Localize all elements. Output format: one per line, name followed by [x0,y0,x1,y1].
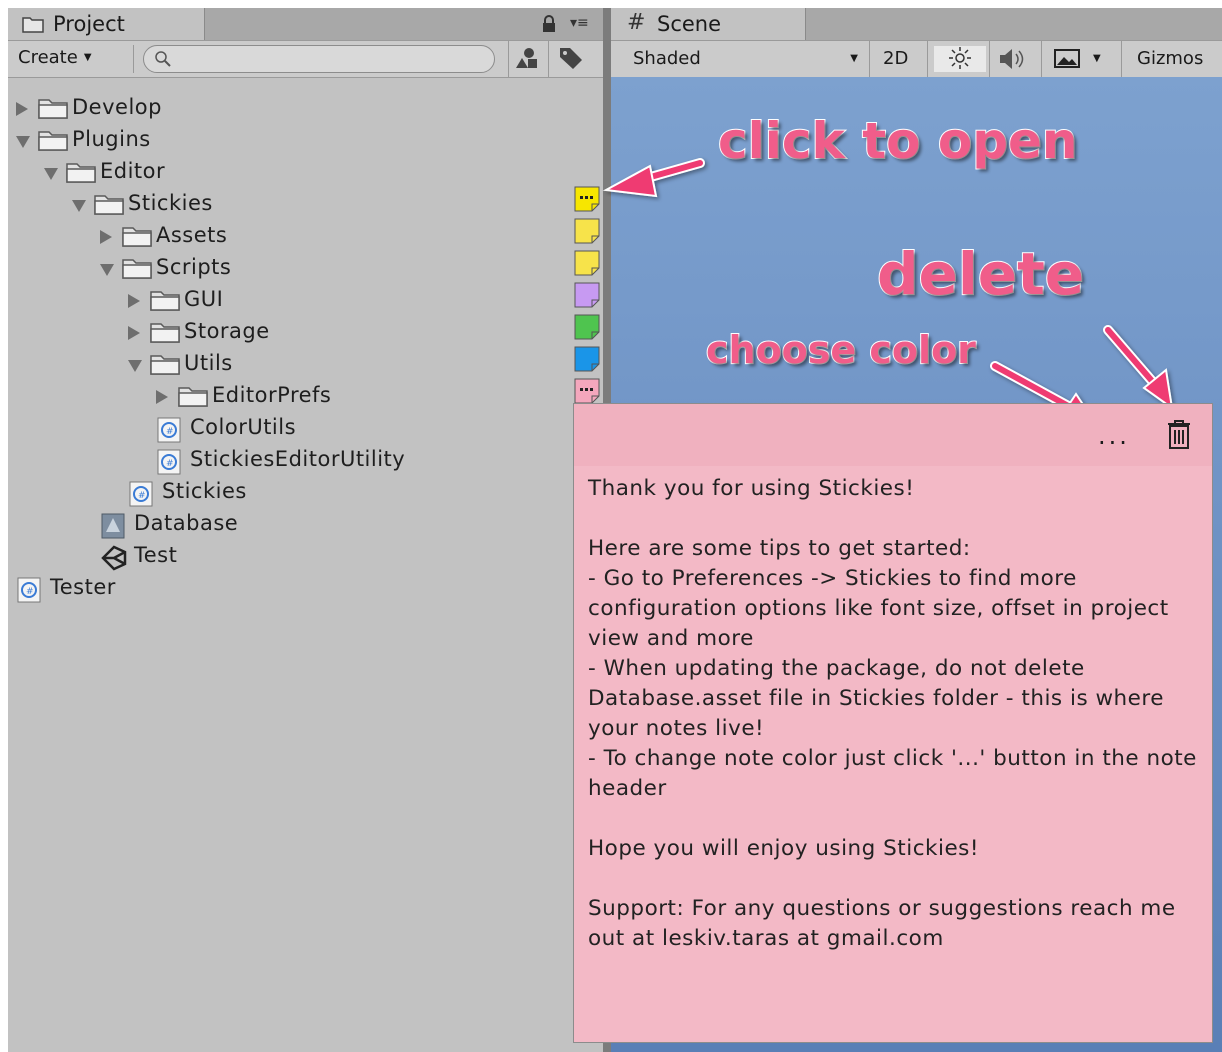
arrow-to-delete-button [1103,325,1174,411]
sticky-note[interactable]: ... Thank you for using Stickies! Here a… [573,403,1213,1043]
note-header: ... [574,404,1212,466]
note-text[interactable]: Thank you for using Stickies! Here are s… [588,474,1200,954]
choose-color-button[interactable]: ... [1098,422,1130,450]
arrow-to-open-marker [602,158,705,198]
trash-icon[interactable] [1166,418,1192,454]
